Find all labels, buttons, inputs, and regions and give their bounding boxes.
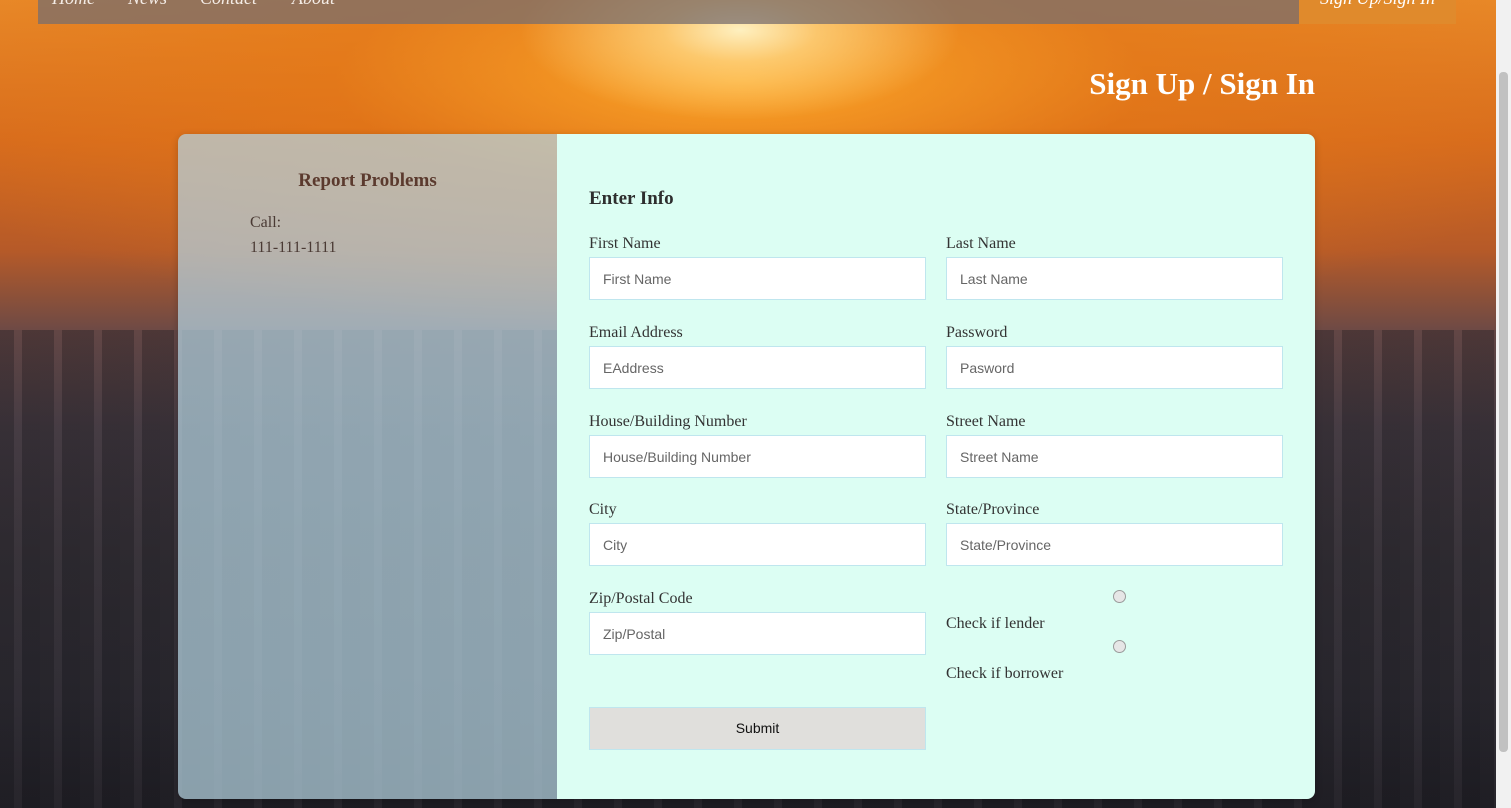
- last-name-input[interactable]: [946, 257, 1283, 300]
- signup-card: Report Problems Call: 111-111-1111 Enter…: [178, 134, 1315, 799]
- report-problems-panel: Report Problems Call: 111-111-1111: [178, 134, 557, 799]
- zip-label: Zip/Postal Code: [589, 590, 693, 607]
- password-label: Password: [946, 324, 1008, 341]
- call-label: Call:: [250, 214, 282, 231]
- page-title: Sign Up / Sign In: [1089, 66, 1315, 101]
- street-name-label: Street Name: [946, 413, 1026, 430]
- report-problems-title: Report Problems: [298, 170, 437, 191]
- email-label: Email Address: [589, 324, 683, 341]
- city-input[interactable]: [589, 523, 926, 566]
- nav-signup-label: Sign Up/Sign In: [1320, 0, 1435, 8]
- state-label: State/Province: [946, 501, 1040, 518]
- top-navbar: Home News Contact About Sign Up/Sign In: [38, 0, 1456, 24]
- nav-link-about[interactable]: About: [292, 0, 335, 9]
- house-number-label: House/Building Number: [589, 413, 747, 430]
- borrower-label: Check if borrower: [946, 665, 1064, 682]
- lender-radio[interactable]: [1113, 590, 1126, 603]
- street-name-input[interactable]: [946, 435, 1283, 478]
- last-name-label: Last Name: [946, 235, 1016, 252]
- nav-link-news[interactable]: News: [128, 0, 167, 9]
- house-number-input[interactable]: [589, 435, 926, 478]
- first-name-input[interactable]: [589, 257, 926, 300]
- lender-label: Check if lender: [946, 615, 1045, 632]
- phone-number: 111-111-1111: [250, 239, 337, 256]
- nav-link-home[interactable]: Home: [52, 0, 95, 9]
- state-input[interactable]: [946, 523, 1283, 566]
- zip-input[interactable]: [589, 612, 926, 655]
- nav-link-contact[interactable]: Contact: [200, 0, 257, 9]
- page-scrollbar[interactable]: [1496, 0, 1511, 808]
- form-title: Enter Info: [589, 188, 674, 209]
- signup-form-panel: Enter Info First Name Last Name Email Ad…: [557, 134, 1315, 799]
- password-input[interactable]: [946, 346, 1283, 389]
- city-label: City: [589, 501, 617, 518]
- email-input[interactable]: [589, 346, 926, 389]
- submit-button[interactable]: Submit: [589, 707, 926, 750]
- first-name-label: First Name: [589, 235, 661, 252]
- nav-signup-button[interactable]: Sign Up/Sign In: [1299, 0, 1456, 24]
- scrollbar-thumb[interactable]: [1499, 72, 1508, 752]
- borrower-radio[interactable]: [1113, 640, 1126, 653]
